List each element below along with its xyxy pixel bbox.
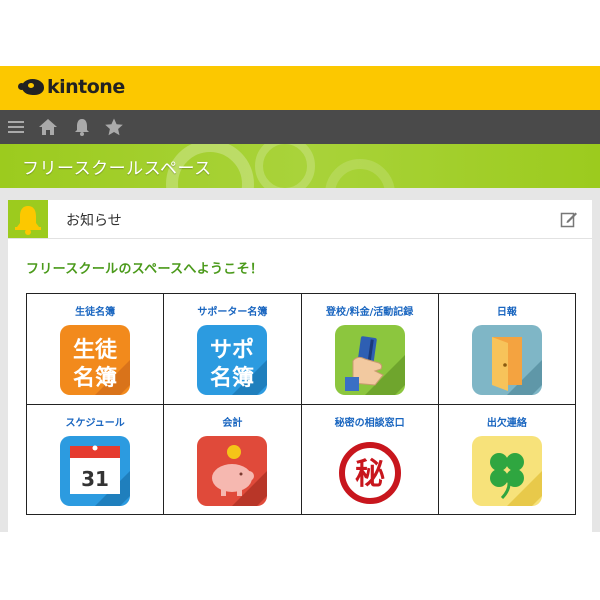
welcome-message: フリースクールのスペースへようこそ！ bbox=[26, 262, 264, 277]
bell-icon[interactable] bbox=[72, 117, 92, 137]
app-tile-attendance-record[interactable]: 登校/料金/活動記録 bbox=[300, 293, 439, 405]
svg-text:サポ: サポ bbox=[210, 337, 254, 363]
app-grid: 生徒名簿 生徒 名簿 サポーター名簿 サポ 名簿 登校/料金/活動記録 日報 ス… bbox=[25, 293, 577, 515]
card-hand-icon[interactable] bbox=[334, 325, 405, 395]
app-label[interactable]: 日報 bbox=[439, 307, 575, 319]
supporter-roster-icon[interactable]: サポ 名簿 bbox=[197, 325, 268, 395]
clover-icon[interactable] bbox=[471, 435, 542, 506]
menu-icon[interactable] bbox=[6, 117, 26, 137]
app-tile-secret-consultation[interactable]: 秘密の相談窓口 秘 bbox=[300, 403, 439, 515]
star-icon[interactable] bbox=[104, 117, 124, 137]
calendar-icon[interactable]: 31 bbox=[60, 435, 131, 506]
header-bar: kintone bbox=[0, 66, 600, 110]
app-label[interactable]: サポーター名簿 bbox=[164, 307, 300, 319]
student-roster-icon[interactable]: 生徒 名簿 bbox=[60, 325, 131, 395]
space-header: フリースクールスペース bbox=[0, 144, 600, 188]
app-label[interactable]: スケジュール bbox=[27, 418, 163, 430]
notice-bell-icon bbox=[15, 206, 41, 235]
app-tile-daily-report[interactable]: 日報 bbox=[437, 293, 577, 405]
space-title: フリースクールスペース bbox=[22, 159, 212, 179]
svg-text:31: 31 bbox=[81, 467, 109, 491]
app-label[interactable]: 会計 bbox=[164, 418, 300, 430]
home-icon[interactable] bbox=[38, 117, 58, 137]
svg-text:生徒: 生徒 bbox=[73, 337, 118, 363]
pencil-icon[interactable] bbox=[560, 210, 578, 228]
svg-text:秘: 秘 bbox=[355, 457, 385, 492]
app-label[interactable]: 登校/料金/活動記録 bbox=[302, 307, 438, 319]
logo-text: kintone bbox=[47, 76, 125, 98]
app-tile-supporter-roster[interactable]: サポーター名簿 サポ 名簿 bbox=[163, 293, 302, 405]
nav-bar bbox=[0, 110, 600, 144]
notice-header: お知らせ bbox=[8, 200, 592, 239]
notice-panel: お知らせ フリースクールのスペースへようこそ！ 生徒名簿 生徒 名簿 サポーター… bbox=[8, 200, 592, 532]
logo-mark-icon bbox=[18, 79, 44, 95]
svg-text:名簿: 名簿 bbox=[73, 365, 117, 391]
app-tile-schedule[interactable]: スケジュール 31 bbox=[25, 403, 165, 515]
svg-text:名簿: 名簿 bbox=[210, 365, 254, 391]
secret-stamp-icon[interactable]: 秘 bbox=[335, 436, 405, 506]
piggy-bank-icon[interactable] bbox=[197, 435, 268, 506]
app-label[interactable]: 秘密の相談窓口 bbox=[302, 418, 438, 430]
notice-bell-box bbox=[8, 200, 48, 238]
app-tile-student-roster[interactable]: 生徒名簿 生徒 名簿 bbox=[25, 293, 165, 405]
app-tile-accounting[interactable]: 会計 bbox=[163, 403, 302, 515]
kintone-logo[interactable]: kintone bbox=[18, 76, 125, 98]
notice-title: お知らせ bbox=[66, 213, 122, 229]
door-icon[interactable] bbox=[471, 325, 542, 395]
app-tile-attendance-contact[interactable]: 出欠連絡 bbox=[437, 403, 577, 515]
app-label[interactable]: 出欠連絡 bbox=[439, 418, 575, 430]
app-label[interactable]: 生徒名簿 bbox=[27, 307, 163, 319]
